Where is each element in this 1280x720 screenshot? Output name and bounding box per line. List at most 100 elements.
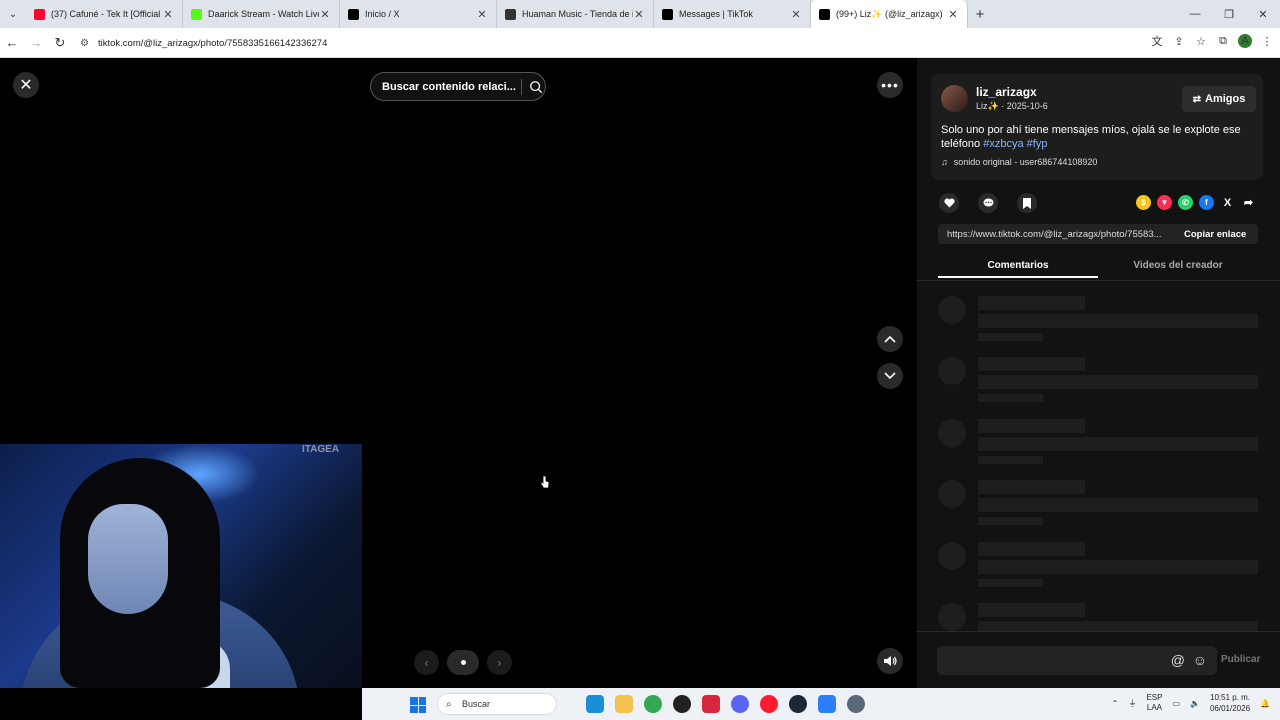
- tab-close-icon[interactable]: ✕: [633, 8, 645, 21]
- reload-icon[interactable]: ↻: [48, 35, 72, 51]
- sound-link[interactable]: ♫ sonido original - user686744108920: [941, 157, 1097, 167]
- site-info-icon[interactable]: ⚙: [80, 38, 98, 49]
- discord-icon[interactable]: [731, 695, 749, 713]
- tab-search-dropdown-icon[interactable]: ⌄: [0, 0, 26, 28]
- post-date: 2025-10-6: [1006, 101, 1048, 111]
- emoji-icon[interactable]: ☺: [1193, 652, 1207, 668]
- divider: [917, 280, 1280, 281]
- comment-skeleton: [938, 480, 1258, 528]
- whatsapp-icon[interactable]: ✆: [1178, 195, 1193, 210]
- app-icon[interactable]: [702, 695, 720, 713]
- search-placeholder: Buscar contenido relaci...: [382, 80, 516, 93]
- browser-tab-active[interactable]: (99+) Liz✨ (@liz_arizagx) ✕: [811, 0, 968, 28]
- hashtag-link[interactable]: #xzbcya: [983, 138, 1023, 150]
- browser-tab[interactable]: Messages | TikTok ✕: [654, 0, 811, 28]
- profile-avatar-icon[interactable]: A: [1238, 34, 1252, 48]
- app-icon[interactable]: [818, 695, 836, 713]
- browser-tab-strip: ⌄ (37) Cafuné - Tek It [Official Au ✕ Da…: [0, 0, 1280, 28]
- carousel-dot: [460, 660, 466, 665]
- coin-share-icon[interactable]: $: [1136, 195, 1151, 210]
- next-post-button[interactable]: [877, 363, 903, 389]
- previous-post-button[interactable]: [877, 326, 903, 352]
- comment-button[interactable]: [978, 193, 998, 213]
- forward-icon[interactable]: →: [24, 35, 48, 50]
- panel-tabs: Comentarios Videos del creador: [938, 254, 1258, 278]
- tab-title: Messages | TikTok: [679, 9, 753, 19]
- browser-tab[interactable]: (37) Cafuné - Tek It [Official Au ✕: [26, 0, 183, 28]
- pinned-apps: [586, 695, 865, 713]
- browser-tab[interactable]: Huaman Music - Tienda de instr ✕: [497, 0, 654, 28]
- like-button[interactable]: [939, 193, 959, 213]
- edge-icon[interactable]: [586, 695, 604, 713]
- install-app-icon[interactable]: ⇪: [1172, 35, 1186, 48]
- bookmark-icon: [1023, 197, 1031, 209]
- tab-title: Inicio / X: [365, 9, 400, 19]
- send-share-icon[interactable]: ▼: [1157, 195, 1172, 210]
- tab-comments[interactable]: Comentarios: [938, 254, 1098, 278]
- tab-close-icon[interactable]: ✕: [162, 8, 174, 21]
- speaker-icon: [884, 656, 897, 666]
- photo-carousel-controls: ‹ ›: [414, 650, 512, 675]
- file-explorer-icon[interactable]: [615, 695, 633, 713]
- new-tab-button[interactable]: +: [968, 6, 992, 23]
- save-button[interactable]: [1017, 193, 1037, 213]
- tab-close-icon[interactable]: ✕: [947, 8, 959, 21]
- network-icon[interactable]: ▭: [1172, 699, 1180, 708]
- windows-start-icon[interactable]: [410, 697, 426, 713]
- hashtag-link[interactable]: #fyp: [1027, 138, 1048, 150]
- x-share-icon[interactable]: X: [1220, 195, 1235, 210]
- tab-title: Daarick Stream - Watch Live on: [208, 9, 319, 19]
- taskbar-search[interactable]: ⌕ Buscar: [437, 693, 557, 715]
- tab-title: (37) Cafuné - Tek It [Official Au: [51, 9, 162, 19]
- opera-icon[interactable]: [760, 695, 778, 713]
- maximize-icon[interactable]: ❐: [1212, 8, 1246, 21]
- volume-button[interactable]: [877, 648, 903, 674]
- notifications-icon[interactable]: 🔔: [1260, 699, 1270, 708]
- browser-tab[interactable]: Daarick Stream - Watch Live on ✕: [183, 0, 340, 28]
- post-info-card: liz_arizagx Liz✨ · 2025-10-6 ⇄ Amigos So…: [931, 74, 1263, 180]
- music-note-icon: ♫: [941, 157, 948, 167]
- post-link-field[interactable]: https://www.tiktok.com/@liz_arizagx/phot…: [938, 229, 1176, 240]
- comment-composer: @ ☺ Publicar: [917, 631, 1280, 688]
- tray-chevron-icon[interactable]: ⌃: [1112, 699, 1119, 708]
- app-icon[interactable]: [673, 695, 691, 713]
- back-icon[interactable]: ←: [0, 35, 24, 50]
- volume-tray-icon[interactable]: 🔈: [1190, 699, 1200, 708]
- mention-icon[interactable]: @: [1171, 652, 1185, 668]
- language-indicator[interactable]: ESP LAA: [1146, 693, 1162, 713]
- os-taskbar: ⌕ Buscar ⌃ ⏚ ESP LAA ▭ 🔈 10:51 p. m. 06/…: [362, 688, 1280, 720]
- settings-icon[interactable]: [847, 695, 865, 713]
- comment-input[interactable]: @ ☺: [937, 646, 1217, 675]
- shop-favicon-icon: [505, 8, 516, 20]
- tab-creator-videos[interactable]: Videos del creador: [1098, 254, 1258, 278]
- steam-icon[interactable]: [789, 695, 807, 713]
- tab-close-icon[interactable]: ✕: [319, 8, 331, 21]
- related-search-input[interactable]: Buscar contenido relaci...: [370, 72, 546, 101]
- creator-username[interactable]: liz_arizagx: [976, 85, 1037, 99]
- translate-icon[interactable]: 文: [1150, 33, 1164, 49]
- publish-button[interactable]: Publicar: [1221, 654, 1260, 665]
- more-options-button[interactable]: •••: [877, 72, 903, 98]
- usb-icon[interactable]: ⏚: [1128, 698, 1136, 709]
- address-bar[interactable]: ⚙ tiktok.com/@liz_arizagx/photo/75583351…: [80, 33, 1120, 53]
- facebook-icon[interactable]: f: [1199, 195, 1214, 210]
- creator-avatar[interactable]: [941, 85, 968, 112]
- share-arrow-icon[interactable]: ➦: [1241, 195, 1256, 210]
- friends-button[interactable]: ⇄ Amigos: [1182, 86, 1256, 112]
- browser-tab[interactable]: Inicio / X ✕: [340, 0, 497, 28]
- clock[interactable]: 10:51 p. m. 06/01/2026: [1210, 692, 1250, 714]
- bookmark-star-icon[interactable]: ☆: [1194, 35, 1208, 48]
- close-viewer-button[interactable]: ✕: [13, 72, 39, 98]
- friends-label: Amigos: [1205, 93, 1246, 105]
- search-icon[interactable]: [529, 80, 543, 94]
- tab-close-icon[interactable]: ✕: [790, 8, 802, 21]
- chrome-icon[interactable]: [644, 695, 662, 713]
- copy-link-button[interactable]: Copiar enlace: [1176, 229, 1246, 240]
- extensions-icon[interactable]: ⧉: [1216, 35, 1230, 48]
- carousel-next-button[interactable]: ›: [487, 650, 512, 675]
- minimize-icon[interactable]: —: [1178, 8, 1212, 20]
- browser-menu-icon[interactable]: ⋮: [1260, 35, 1274, 48]
- carousel-prev-button[interactable]: ‹: [414, 650, 439, 675]
- close-window-icon[interactable]: ✕: [1246, 8, 1280, 21]
- tab-close-icon[interactable]: ✕: [476, 8, 488, 21]
